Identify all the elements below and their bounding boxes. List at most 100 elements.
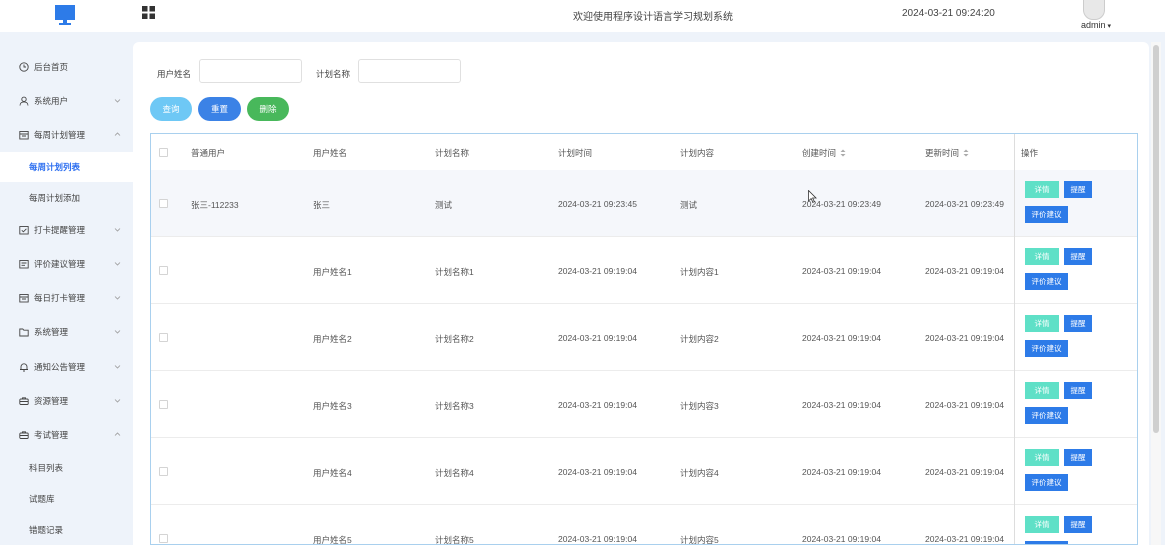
- cell-content: 计划内容2: [680, 334, 719, 344]
- evaluate-button[interactable]: 评价建议: [1025, 541, 1068, 544]
- chevron-up-icon: [114, 132, 121, 136]
- chevron-down-icon: [114, 296, 121, 300]
- remind-button[interactable]: 提醒: [1064, 449, 1092, 466]
- system-title: 欢迎使用程序设计语言学习规划系统: [573, 12, 733, 23]
- row-checkbox[interactable]: [159, 534, 168, 543]
- avatar[interactable]: [1083, 0, 1105, 20]
- table-row[interactable]: 张三-112233 张三 测试 2024-03-21 09:23:45 测试 2024-0…: [151, 170, 1137, 237]
- detail-button[interactable]: 详情: [1025, 181, 1059, 198]
- sidebar-item-weekly-plan-list[interactable]: 每周计划列表: [0, 152, 133, 182]
- actions-column-divider: [1014, 134, 1015, 544]
- column-header-label: 更新时间: [925, 148, 960, 158]
- column-header-updated[interactable]: 更新时间: [925, 147, 969, 159]
- sidebar-item-label: 考试管理: [34, 430, 69, 440]
- grid-menu-icon[interactable]: [142, 6, 155, 19]
- sidebar-item-system-users[interactable]: 系统用户: [0, 86, 133, 116]
- detail-button[interactable]: 详情: [1025, 516, 1059, 533]
- query-button[interactable]: 查询: [150, 97, 192, 121]
- row-checkbox[interactable]: [159, 199, 168, 208]
- detail-button[interactable]: 详情: [1025, 315, 1059, 332]
- row-checkbox[interactable]: [159, 333, 168, 342]
- sidebar-item-checkin-reminder[interactable]: 打卡提醒管理: [0, 215, 133, 245]
- remind-button[interactable]: 提醒: [1064, 516, 1092, 533]
- user-menu[interactable]: admin ▾: [1081, 20, 1111, 30]
- sidebar-item-weekly-plan-add[interactable]: 每周计划添加: [0, 183, 133, 213]
- scrollbar-thumb[interactable]: [1153, 45, 1159, 433]
- table-row[interactable]: 用户姓名4 计划名称4 2024-03-21 09:19:04 计划内容4 2024-0…: [151, 438, 1137, 505]
- cell-plan: 测试: [435, 200, 453, 210]
- remind-button[interactable]: 提醒: [1064, 248, 1092, 265]
- sidebar-item-question-bank[interactable]: 试题库: [0, 484, 133, 514]
- column-header-actions: 操作: [1021, 148, 1039, 158]
- sort-icon[interactable]: [963, 149, 969, 157]
- remind-button[interactable]: 提醒: [1064, 181, 1092, 198]
- sidebar-item-daily-checkin[interactable]: 每日打卡管理: [0, 283, 133, 313]
- sidebar-item-label: 系统管理: [34, 327, 69, 337]
- sidebar-item-exam[interactable]: 考试管理: [0, 420, 133, 450]
- cell-content: 计划内容4: [680, 468, 719, 478]
- sidebar-item-evaluation[interactable]: 评价建议管理: [0, 249, 133, 279]
- select-all-checkbox[interactable]: [159, 148, 168, 157]
- cell-name: 用户姓名3: [313, 401, 352, 411]
- sidebar-item-wrong-records[interactable]: 错题记录: [0, 515, 133, 545]
- row-checkbox[interactable]: [159, 266, 168, 275]
- sidebar-item-label: 系统用户: [34, 96, 69, 106]
- cell-content: 计划内容1: [680, 267, 719, 277]
- sidebar-item-home[interactable]: 后台首页: [0, 52, 133, 82]
- remind-button[interactable]: 提醒: [1064, 382, 1092, 399]
- row-checkbox[interactable]: [159, 467, 168, 476]
- table-row[interactable]: 用户姓名3 计划名称3 2024-03-21 09:19:04 计划内容3 2024-0…: [151, 371, 1137, 438]
- sidebar-item-notice[interactable]: 通知公告管理: [0, 352, 133, 382]
- sidebar-item-label: 每日打卡管理: [34, 293, 86, 303]
- cell-updated: 2024-03-21 09:19:04: [925, 266, 1004, 276]
- evaluate-button[interactable]: 评价建议: [1025, 273, 1068, 290]
- user-icon: [19, 96, 29, 106]
- header-datetime: 2024-03-21 09:24:20: [902, 8, 995, 19]
- sidebar-item-label: 后台首页: [34, 62, 69, 72]
- chevron-down-icon: [114, 330, 121, 334]
- delete-button[interactable]: 删除: [247, 97, 289, 121]
- sidebar-item-weekly-plan[interactable]: 每周计划管理: [0, 120, 133, 150]
- cell-plan-time: 2024-03-21 09:19:04: [558, 534, 637, 544]
- detail-button[interactable]: 详情: [1025, 382, 1059, 399]
- cell-content: 测试: [680, 200, 698, 210]
- cell-plan-time: 2024-03-21 09:23:45: [558, 199, 637, 209]
- column-header-plan-time: 计划时间: [558, 148, 593, 158]
- reset-button[interactable]: 重置: [198, 97, 241, 121]
- cell-user: 张三-112233: [191, 200, 239, 210]
- column-header-created[interactable]: 创建时间: [802, 147, 846, 159]
- chevron-down-icon: [114, 99, 121, 103]
- sidebar-item-label: 科目列表: [29, 463, 64, 473]
- table-row[interactable]: 用户姓名2 计划名称2 2024-03-21 09:19:04 计划内容2 2024-0…: [151, 304, 1137, 371]
- cell-created: 2024-03-21 09:19:04: [802, 333, 881, 343]
- cell-plan-time: 2024-03-21 09:19:04: [558, 333, 637, 343]
- cell-plan: 计划名称4: [435, 468, 474, 478]
- sort-icon[interactable]: [840, 149, 846, 157]
- evaluate-button[interactable]: 评价建议: [1025, 206, 1068, 223]
- monitor-icon[interactable]: [55, 5, 75, 27]
- sidebar-item-resources[interactable]: 资源管理: [0, 386, 133, 416]
- detail-button[interactable]: 详情: [1025, 449, 1059, 466]
- user-name-input[interactable]: [199, 59, 302, 83]
- sidebar-item-system-manage[interactable]: 系统管理: [0, 317, 133, 347]
- evaluate-button[interactable]: 评价建议: [1025, 340, 1068, 357]
- cell-plan: 计划名称5: [435, 535, 474, 545]
- row-checkbox[interactable]: [159, 400, 168, 409]
- cell-created: 2024-03-21 09:19:04: [802, 467, 881, 477]
- cell-name: 用户姓名2: [313, 334, 352, 344]
- evaluate-button[interactable]: 评价建议: [1025, 407, 1068, 424]
- column-header-user: 普通用户: [191, 148, 226, 158]
- caret-down-icon: ▾: [1105, 23, 1111, 30]
- sidebar-item-label: 每周计划添加: [29, 193, 81, 203]
- plan-name-input[interactable]: [358, 59, 461, 83]
- evaluate-button[interactable]: 评价建议: [1025, 474, 1068, 491]
- table-row[interactable]: 用户姓名1 计划名称1 2024-03-21 09:19:04 计划内容1 2024-0…: [151, 237, 1137, 304]
- detail-button[interactable]: 详情: [1025, 248, 1059, 265]
- table-row[interactable]: 用户姓名5 计划名称5 2024-03-21 09:19:04 计划内容5 2024-0…: [151, 505, 1137, 545]
- cell-updated: 2024-03-21 09:23:49: [925, 199, 1004, 209]
- column-header-name: 用户姓名: [313, 148, 348, 158]
- sidebar-item-subjects[interactable]: 科目列表: [0, 453, 133, 483]
- user-name: admin: [1081, 20, 1106, 30]
- remind-button[interactable]: 提醒: [1064, 315, 1092, 332]
- comment-icon: [19, 260, 29, 269]
